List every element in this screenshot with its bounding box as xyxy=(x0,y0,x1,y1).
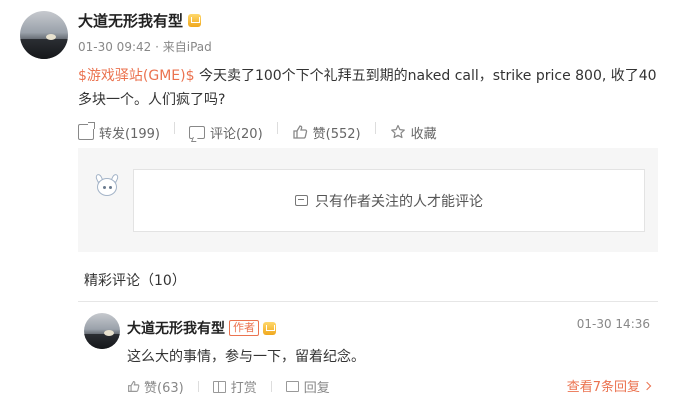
post-source: 来自iPad xyxy=(162,40,212,54)
post-meta: 01-30 09:42 · 来自iPad xyxy=(78,38,212,55)
vip-crown-icon xyxy=(188,14,202,27)
thumbs-up-icon xyxy=(127,380,140,393)
thumbs-up-icon xyxy=(292,124,308,140)
author-badge: 作者 xyxy=(229,320,259,336)
repost-label: 转发(199) xyxy=(99,126,160,142)
favorite-button[interactable]: 收藏 xyxy=(390,122,437,142)
message-icon xyxy=(295,195,308,206)
gift-icon xyxy=(212,380,226,393)
reply-author: 大道无形我有型 作者 xyxy=(127,318,276,338)
vip-crown-icon xyxy=(263,321,276,335)
repost-button[interactable]: 转发(199) xyxy=(78,122,160,142)
reply-avatar[interactable] xyxy=(84,313,120,349)
reply-text: 这么大的事情，参与一下，留着纪念。 xyxy=(127,349,365,365)
author-name[interactable]: 大道无形我有型 xyxy=(78,10,202,31)
featured-comments-title: 精彩评论（10） xyxy=(84,273,186,289)
post-body: $游戏驿站(GME)$ 今天卖了100个下个礼拜五到期的naked call，s… xyxy=(78,64,658,112)
tip-button[interactable]: 打赏 xyxy=(212,377,257,396)
reply-author-name[interactable]: 大道无形我有型 xyxy=(127,318,225,338)
author-avatar[interactable] xyxy=(20,11,68,59)
reply-action-bar: 赞(63) 打赏 回复 xyxy=(127,377,344,396)
action-divider xyxy=(374,122,376,134)
view-replies-link[interactable]: 查看7条回复 xyxy=(566,376,652,395)
chevron-right-icon xyxy=(642,381,652,390)
reply-time: 01-30 14:36 xyxy=(576,317,650,331)
stock-tag-link[interactable]: $游戏驿站(GME)$ xyxy=(78,68,195,84)
view-replies-label: 查看7条回复 xyxy=(566,380,640,395)
like-button[interactable]: 赞(552) xyxy=(292,122,361,142)
mascot-avatar-icon xyxy=(94,172,120,198)
meta-separator: · xyxy=(155,40,159,54)
action-divider xyxy=(270,381,272,392)
comment-button[interactable]: 评论(20) xyxy=(188,122,263,142)
reply-label: 回复 xyxy=(303,381,330,396)
star-icon xyxy=(390,124,406,140)
author-name-text[interactable]: 大道无形我有型 xyxy=(78,12,183,30)
comment-restriction-text: 只有作者关注的人才能评论 xyxy=(315,193,483,210)
reply-like-button[interactable]: 赞(63) xyxy=(127,377,184,396)
comment-panel: 只有作者关注的人才能评论 xyxy=(78,148,658,252)
reply-like-label: 赞(63) xyxy=(144,381,184,396)
comment-label: 评论(20) xyxy=(209,126,263,142)
action-divider xyxy=(276,122,278,134)
tip-label: 打赏 xyxy=(230,381,257,396)
comment-restriction-box: 只有作者关注的人才能评论 xyxy=(133,169,645,232)
reply-button[interactable]: 回复 xyxy=(285,377,330,396)
comment-icon xyxy=(188,126,205,139)
repost-icon xyxy=(78,122,95,140)
post-action-bar: 转发(199) 评论(20) 赞(552) 收藏 xyxy=(78,122,451,142)
action-divider xyxy=(173,122,175,134)
favorite-label: 收藏 xyxy=(410,126,437,142)
post-date[interactable]: 01-30 09:42 xyxy=(78,40,151,54)
action-divider xyxy=(197,381,199,392)
divider xyxy=(78,301,658,302)
like-label: 赞(552) xyxy=(312,126,361,142)
reply-icon xyxy=(285,381,299,392)
